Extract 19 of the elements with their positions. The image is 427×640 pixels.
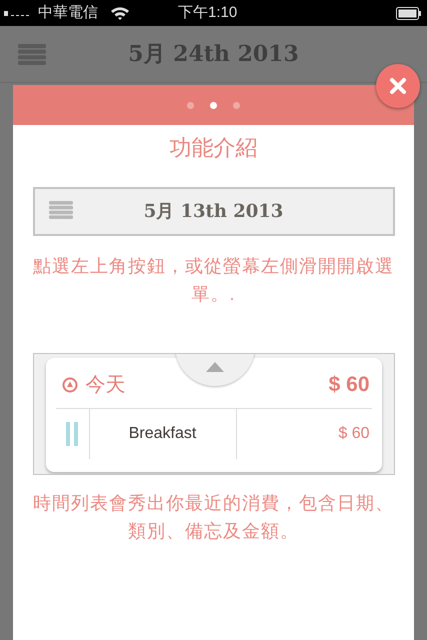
wifi-icon (110, 6, 130, 20)
description-text: 點選左上角按鈕，或從螢幕左側滑開開啟選單。. (32, 255, 395, 306)
close-icon (389, 77, 407, 95)
menu-icon (48, 201, 72, 220)
dialog-title: 功能介紹 (170, 134, 258, 162)
header-date: 5月 24th 2013 (128, 40, 299, 68)
entry-note: Breakfast (128, 424, 196, 444)
battery-icon (396, 6, 422, 20)
clock-time: 下午1:10 (178, 2, 238, 23)
carrier-name: 中華電信 (38, 2, 98, 23)
circle-up-icon (62, 377, 78, 393)
entry-amount: $ 60 (338, 424, 370, 444)
demo-date: 5月 13th 2013 (144, 200, 284, 224)
description-text: 時間列表會秀出你最近的消費，包含日期、類別、備忘及金額。 (32, 492, 395, 543)
day-total: $ 60 (328, 372, 370, 398)
menu-icon (18, 44, 46, 66)
close-button[interactable] (376, 64, 420, 108)
day-label: 今天 (86, 373, 126, 398)
up-triangle-icon (206, 362, 224, 372)
